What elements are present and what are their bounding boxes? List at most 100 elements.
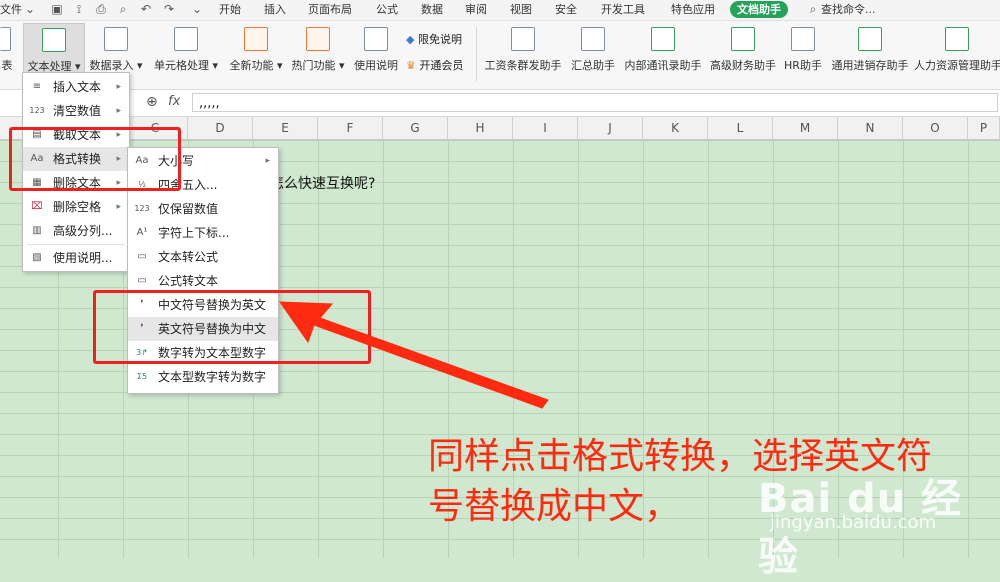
tab-special-apps[interactable]: 特色应用 <box>671 2 715 18</box>
submenu-item-text-to-number[interactable]: Σ5 文本型数字转为数字 <box>128 365 278 389</box>
summary-assistant-button[interactable]: 汇总助手 <box>567 23 619 83</box>
hot-features-button[interactable]: 热门功能 ▾ <box>288 23 348 83</box>
tab-security[interactable]: 安全 <box>555 2 577 18</box>
insert-text-icon: ≡ <box>32 81 42 92</box>
finance-assistant-button[interactable]: 高级财务助手 <box>708 23 778 83</box>
more-icon[interactable]: ⌄ <box>190 2 204 16</box>
column-header[interactable]: M <box>773 117 838 139</box>
text-number-icon: Σ5 <box>136 372 148 381</box>
submenu-item-superscript[interactable]: A¹ 字符上下标... <box>128 221 278 245</box>
fx-label[interactable]: fx <box>168 94 180 109</box>
search-icon: ⌕ <box>809 2 817 16</box>
document-info-icon: ▧ <box>32 252 42 263</box>
search-command-input[interactable]: 查找命令... <box>821 2 876 18</box>
chevron-down-icon: ▾ <box>133 59 143 72</box>
chevron-down-icon: ▾ <box>208 59 219 72</box>
menu-bar: 文件 ⌄ ▣ ⟟ ⎙ ⌕ ↶ ↷ ⌄ 开始 插入 页面布局 公式 数据 审阅 视… <box>0 0 1000 21</box>
split-columns-icon: ▥ <box>32 225 42 236</box>
clear-values-icon: 123 <box>29 106 45 115</box>
column-header[interactable]: J <box>578 117 643 139</box>
delete-spaces-icon: ⌧ <box>31 201 43 212</box>
submenu-item-text-to-formula[interactable]: ▭ 文本转公式 <box>128 245 278 269</box>
hr-assistant-button[interactable]: HR助手 <box>782 23 824 83</box>
chevron-right-icon: ▸ <box>116 106 121 116</box>
cell-grid-icon <box>174 27 198 51</box>
column-header[interactable]: E <box>253 117 318 139</box>
document-info-icon <box>364 27 388 51</box>
chevron-down-icon[interactable]: ⌄ <box>23 2 37 16</box>
formula-input[interactable]: ,,,,, <box>192 93 998 112</box>
column-header[interactable]: P <box>968 117 1000 139</box>
column-header[interactable]: D <box>188 117 253 139</box>
payslip-assistant-button[interactable]: 工资条群发助手 <box>484 23 562 83</box>
data-entry-icon <box>104 27 128 51</box>
menu-divider <box>27 244 125 245</box>
person-icon <box>945 27 969 51</box>
column-header[interactable]: O <box>903 117 968 139</box>
menu-item-usage-guide[interactable]: ▧ 使用说明... <box>23 246 129 270</box>
column-header[interactable]: L <box>708 117 773 139</box>
free-limit-link[interactable]: ◆ 限免说明 <box>406 31 462 47</box>
chevron-right-icon: ▸ <box>116 202 121 212</box>
tab-data[interactable]: 数据 <box>421 2 443 18</box>
column-header[interactable]: G <box>383 117 448 139</box>
print-icon[interactable]: ⎙ <box>94 2 108 16</box>
summary-icon <box>581 27 605 51</box>
column-header[interactable]: I <box>513 117 578 139</box>
tab-review[interactable]: 审阅 <box>465 2 487 18</box>
cell-processing-button[interactable]: 单元格处理 ▾ <box>150 23 222 83</box>
payslip-icon <box>511 27 535 51</box>
superscript-icon: A¹ <box>136 227 148 238</box>
inventory-icon <box>858 27 882 51</box>
print-preview-icon[interactable]: ⌕ <box>116 2 130 16</box>
save-icon[interactable]: ▣ <box>50 2 64 16</box>
table-button[interactable]: 表 <box>0 23 14 83</box>
menu-item-advanced-split[interactable]: ▥ 高级分列... <box>23 219 129 243</box>
contacts-assistant-button[interactable]: 内部通讯录助手 <box>622 23 704 83</box>
arrow-annotation <box>279 301 549 409</box>
open-membership-link[interactable]: ♛ 开通会员 <box>406 57 463 73</box>
new-features-button[interactable]: 全新功能 ▾ <box>226 23 286 83</box>
formula-bar: ⊕ fx ,,,,, <box>0 90 1000 117</box>
tab-home[interactable]: 开始 <box>219 2 241 18</box>
tab-formulas[interactable]: 公式 <box>376 2 398 18</box>
cell-content[interactable]: 怎么快速互换呢? <box>270 173 375 193</box>
file-menu[interactable]: 文件 <box>0 2 22 18</box>
column-header[interactable]: N <box>838 117 903 139</box>
text-processing-icon <box>42 28 66 52</box>
menu-item-clear-values[interactable]: 123 清空数值 ▸ <box>23 99 129 123</box>
menu-item-delete-spaces[interactable]: ⌧ 删除空格 ▸ <box>23 195 129 219</box>
contacts-icon <box>651 27 675 51</box>
column-header[interactable]: H <box>448 117 513 139</box>
chevron-down-icon: ▾ <box>273 59 283 72</box>
arrow-shape <box>279 301 549 409</box>
column-header[interactable]: F <box>318 117 383 139</box>
tab-doc-assistant[interactable]: 文档助手 <box>730 1 788 18</box>
finance-icon <box>731 27 755 51</box>
new-features-icon <box>244 27 268 51</box>
usage-guide-button[interactable]: 使用说明 <box>352 23 400 83</box>
crown-icon: ♛ <box>406 59 416 72</box>
tab-view[interactable]: 视图 <box>510 2 532 18</box>
chevron-right-icon: ▸ <box>116 82 121 92</box>
submenu-item-keep-numbers[interactable]: 123 仅保留数值 <box>128 197 278 221</box>
chevron-right-icon: ▸ <box>265 156 270 166</box>
inventory-assistant-button[interactable]: 通用进销存助手 <box>828 23 912 83</box>
menu-item-insert-text[interactable]: ≡ 插入文本 ▸ <box>23 75 129 99</box>
tab-insert[interactable]: 插入 <box>264 2 286 18</box>
redo-icon[interactable]: ↷ <box>162 2 176 16</box>
tab-page-layout[interactable]: 页面布局 <box>308 2 352 18</box>
chevron-down-icon: ▾ <box>335 59 345 72</box>
column-header[interactable]: K <box>643 117 708 139</box>
numbers-icon: 123 <box>134 204 150 213</box>
format-painter-icon[interactable]: ⟟ <box>72 2 86 16</box>
hr-icon <box>791 27 815 51</box>
ribbon: 表 文本处理 ▾ 数据录入 ▾ 单元格处理 ▾ 全新功能 ▾ 热门功能 ▾ 使用… <box>0 21 1000 90</box>
undo-icon[interactable]: ↶ <box>139 2 153 16</box>
zoom-icon[interactable]: ⊕ <box>146 94 158 110</box>
hr-management-assistant-button[interactable]: 人力资源管理助手 <box>914 23 1000 83</box>
table-icon <box>0 27 11 51</box>
highlight-box <box>9 127 181 191</box>
ribbon-divider <box>476 27 477 81</box>
tab-developer[interactable]: 开发工具 <box>601 2 645 18</box>
